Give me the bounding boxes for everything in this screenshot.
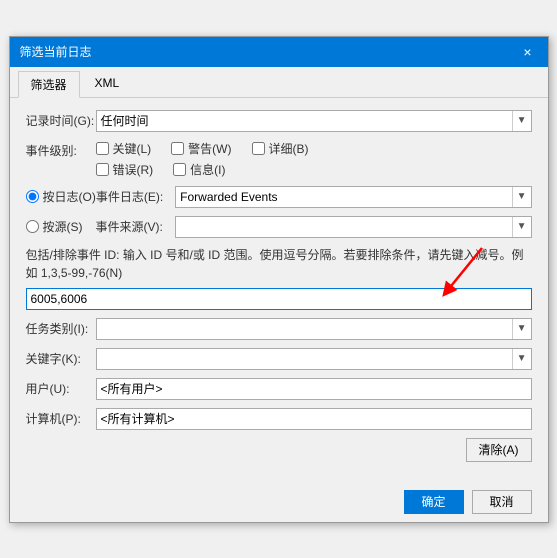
event-log-arrow-icon: ▼ bbox=[512, 187, 527, 207]
by-source-radio[interactable] bbox=[26, 220, 39, 233]
record-time-row: 记录时间(G): 任何时间 ▼ bbox=[26, 110, 532, 132]
computer-input[interactable] bbox=[96, 408, 532, 430]
event-level-checkboxes: 关键(L) 警告(W) 详细(B) 错误(R) bbox=[96, 140, 532, 178]
checkbox-warning-input[interactable] bbox=[171, 142, 184, 155]
by-log-radio-container: 按日志(O) bbox=[26, 188, 96, 205]
event-level-row: 事件级别: 关键(L) 警告(W) 详细(B) bbox=[26, 140, 532, 178]
filter-content: 记录时间(G): 任何时间 ▼ 事件级别: 关键(L) bbox=[10, 98, 548, 482]
event-log-label: 事件日志(E): bbox=[96, 188, 163, 205]
record-time-group: 任何时间 ▼ bbox=[96, 110, 532, 132]
by-log-radio[interactable] bbox=[26, 190, 39, 203]
checkbox-row-2: 错误(R) 信息(I) bbox=[96, 161, 532, 178]
keyword-label: 关键字(K): bbox=[26, 350, 96, 367]
checkbox-info-input[interactable] bbox=[173, 163, 186, 176]
checkbox-error[interactable]: 错误(R) bbox=[96, 161, 154, 178]
checkbox-critical-input[interactable] bbox=[96, 142, 109, 155]
task-category-arrow-icon: ▼ bbox=[512, 319, 527, 339]
event-id-container bbox=[26, 288, 532, 310]
event-log-select[interactable]: Forwarded Events ▼ bbox=[175, 186, 531, 208]
checkbox-warning[interactable]: 警告(W) bbox=[171, 140, 231, 157]
task-category-group: ▼ bbox=[96, 318, 532, 340]
task-category-label: 任务类别(I): bbox=[26, 320, 96, 337]
record-time-value: 任何时间 bbox=[101, 112, 149, 129]
record-time-arrow-icon: ▼ bbox=[512, 111, 527, 131]
event-source-row: 按源(S) 事件来源(V): ▼ bbox=[26, 216, 532, 238]
user-input[interactable] bbox=[96, 378, 532, 400]
red-arrow-annotation bbox=[422, 243, 502, 298]
checkbox-critical[interactable]: 关键(L) bbox=[96, 140, 152, 157]
dialog-title: 筛选当前日志 bbox=[20, 43, 92, 60]
keyword-row: 关键字(K): ▼ bbox=[26, 348, 532, 370]
cancel-button[interactable]: 取消 bbox=[472, 490, 532, 514]
clear-row: 清除(A) bbox=[26, 438, 532, 462]
event-log-row: 按日志(O) 事件日志(E): Forwarded Events ▼ bbox=[26, 186, 532, 208]
bottom-buttons: 确定 取消 bbox=[10, 482, 548, 522]
clear-button[interactable]: 清除(A) bbox=[466, 438, 532, 462]
event-source-group: 事件来源(V): ▼ bbox=[96, 216, 532, 238]
computer-row: 计算机(P): bbox=[26, 408, 532, 430]
close-button[interactable]: × bbox=[518, 42, 538, 62]
checkbox-error-input[interactable] bbox=[96, 163, 109, 176]
record-time-select[interactable]: 任何时间 ▼ bbox=[96, 110, 532, 132]
keyword-select[interactable]: ▼ bbox=[96, 348, 532, 370]
event-source-select[interactable]: ▼ bbox=[175, 216, 532, 238]
checkbox-row-1: 关键(L) 警告(W) 详细(B) bbox=[96, 140, 532, 157]
event-log-group: 事件日志(E): Forwarded Events ▼ bbox=[96, 186, 532, 208]
user-label: 用户(U): bbox=[26, 380, 96, 397]
record-time-label: 记录时间(G): bbox=[26, 112, 96, 129]
titlebar: 筛选当前日志 × bbox=[10, 37, 548, 67]
event-log-value: Forwarded Events bbox=[180, 190, 277, 204]
by-log-label: 按日志(O) bbox=[43, 188, 96, 205]
tabs-container: 筛选器 XML bbox=[10, 67, 548, 98]
keyword-arrow-icon: ▼ bbox=[512, 349, 527, 369]
keyword-group: ▼ bbox=[96, 348, 532, 370]
checkbox-info[interactable]: 信息(I) bbox=[173, 161, 225, 178]
computer-label: 计算机(P): bbox=[26, 410, 96, 427]
tab-xml[interactable]: XML bbox=[82, 71, 133, 97]
tab-filter[interactable]: 筛选器 bbox=[18, 71, 80, 98]
ok-button[interactable]: 确定 bbox=[404, 490, 464, 514]
event-level-label: 事件级别: bbox=[26, 140, 96, 159]
task-category-select[interactable]: ▼ bbox=[96, 318, 532, 340]
task-category-row: 任务类别(I): ▼ bbox=[26, 318, 532, 340]
event-source-label: 事件来源(V): bbox=[96, 218, 163, 235]
by-source-radio-container: 按源(S) bbox=[26, 218, 96, 235]
dialog: 筛选当前日志 × 筛选器 XML 记录时间(G): 任何时间 ▼ 事件级别: bbox=[9, 36, 549, 523]
user-row: 用户(U): document.querySelector('[data-nam… bbox=[26, 378, 532, 400]
checkbox-detailed-input[interactable] bbox=[252, 142, 265, 155]
checkbox-detailed[interactable]: 详细(B) bbox=[252, 140, 309, 157]
by-source-label: 按源(S) bbox=[43, 218, 83, 235]
event-source-arrow-icon: ▼ bbox=[512, 217, 527, 237]
